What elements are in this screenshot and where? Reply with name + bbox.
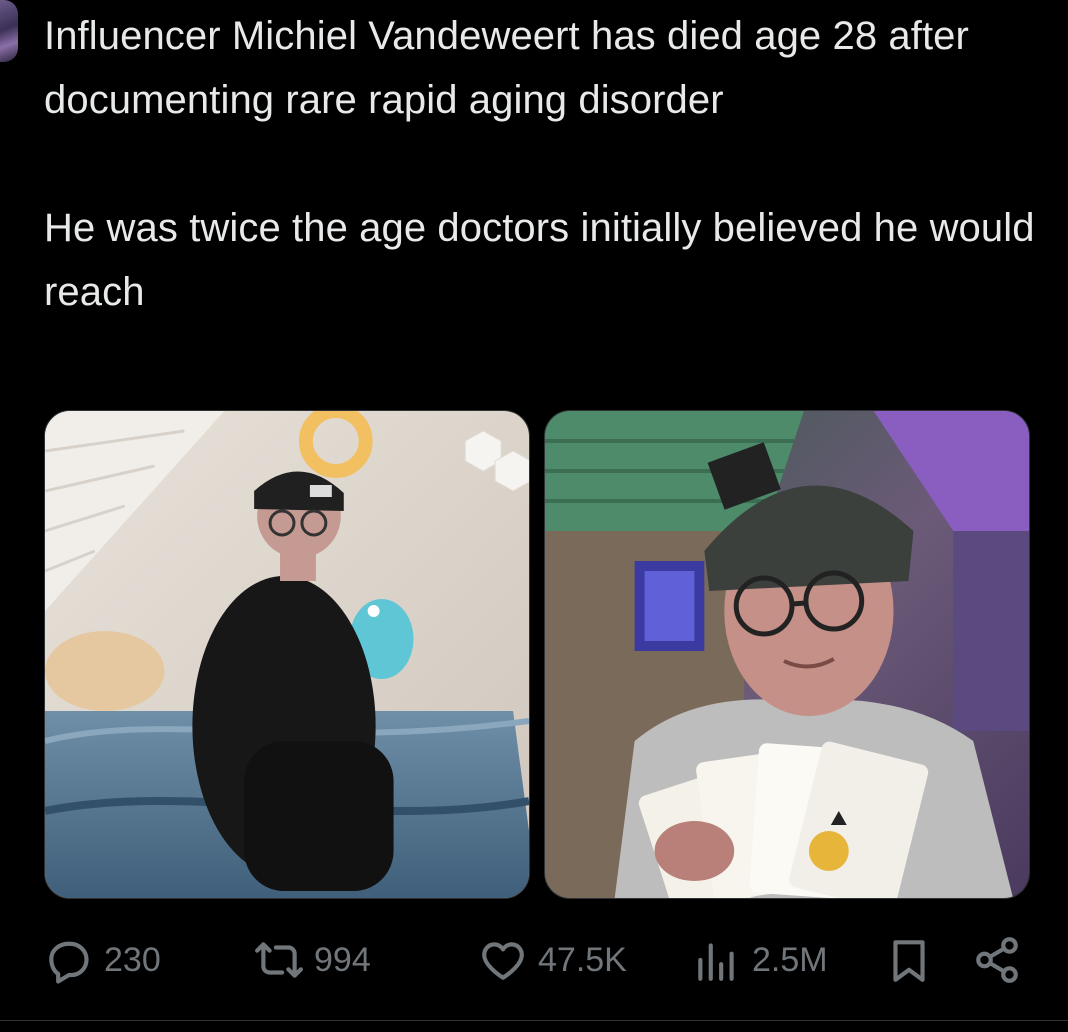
media-grid [44, 410, 1030, 899]
share-icon [976, 937, 1018, 983]
repost-icon [255, 942, 303, 978]
divider [0, 1020, 1068, 1021]
tweet-paragraph-2: He was twice the age doctors initially b… [44, 206, 1035, 314]
photo-bedroom-image [45, 411, 529, 898]
photo-cards-image [545, 411, 1029, 898]
avatar[interactable] [0, 0, 18, 62]
tweet-actions-bar: 230 994 47.5K 2.5M [44, 930, 1024, 990]
views-button[interactable]: 2.5M [692, 935, 828, 985]
bookmark-button[interactable] [884, 935, 934, 985]
repost-count: 994 [314, 940, 371, 979]
views-icon [698, 943, 734, 981]
reply-count: 230 [104, 940, 161, 979]
media-photo-2[interactable] [544, 410, 1030, 899]
reply-icon [49, 941, 89, 984]
views-count: 2.5M [752, 940, 828, 979]
bookmark-icon [893, 940, 925, 982]
heart-icon [482, 942, 524, 980]
like-count: 47.5K [538, 940, 627, 979]
like-button[interactable]: 47.5K [478, 935, 627, 985]
repost-button[interactable]: 994 [254, 935, 371, 985]
reply-button[interactable]: 230 [44, 935, 161, 985]
share-button[interactable] [972, 935, 1022, 985]
tweet-text: Influencer Michiel Vandeweert has died a… [44, 4, 1044, 324]
media-photo-1[interactable] [44, 410, 530, 899]
tweet-paragraph-1: Influencer Michiel Vandeweert has died a… [44, 14, 969, 122]
